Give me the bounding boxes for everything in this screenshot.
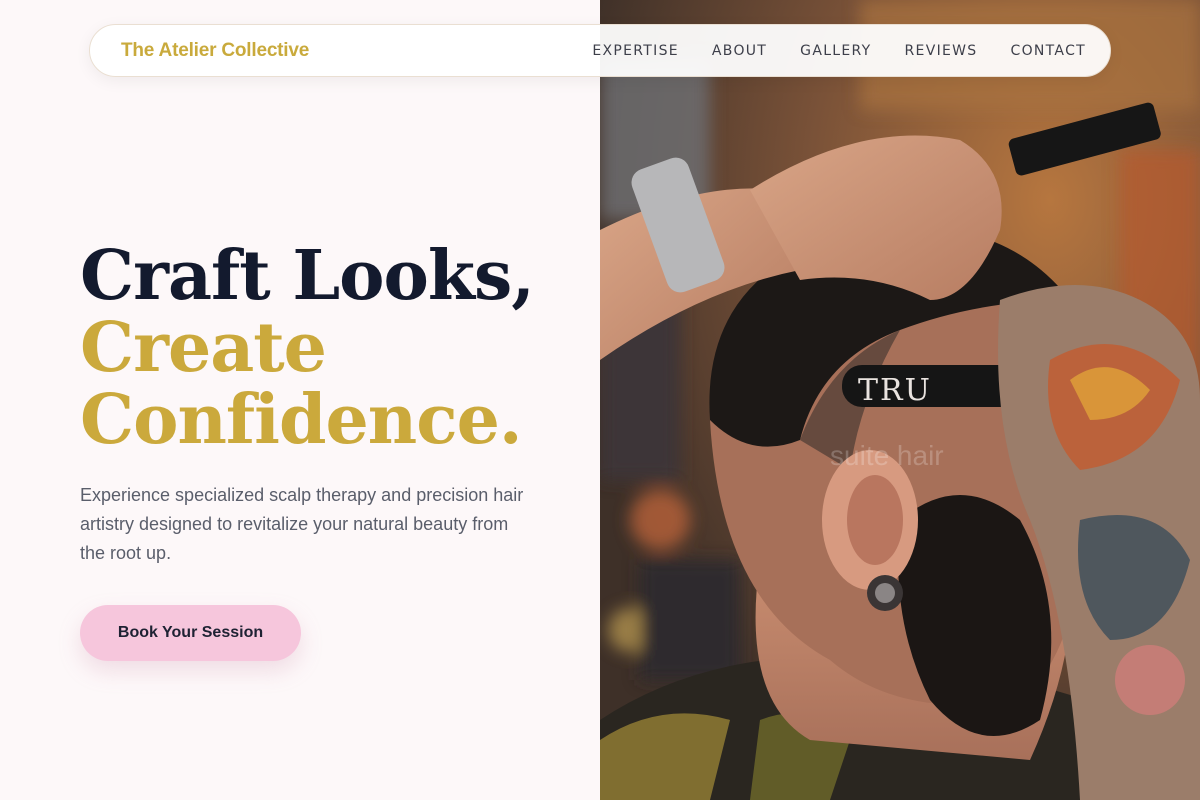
brand-logo-text[interactable]: The Atelier Collective [121,40,309,62]
nav-link-contact[interactable]: CONTACT [1011,43,1087,59]
top-navbar: The Atelier Collective EXPERTISE ABOUT G… [89,24,1111,77]
hero-description: Experience specialized scalp therapy and… [80,485,524,563]
nav-link-about[interactable]: ABOUT [712,43,767,59]
nav-link-gallery[interactable]: GALLERY [800,43,871,59]
hero-heading-line-3: Confidence. [80,380,523,460]
hero-heading-line-1: Craft Looks, [80,236,535,316]
hero-photo: TRU [600,0,1200,800]
razor-brand-text: TRU [858,373,932,408]
nav-links: EXPERTISE ABOUT GALLERY REVIEWS CONTACT [592,43,1086,59]
hero-heading: Craft Looks, Create Confidence. [80,240,580,456]
hero-heading-line-2: Create [80,308,327,388]
nav-link-expertise[interactable]: EXPERTISE [592,43,679,59]
barber-photo-illustration: TRU [600,0,1200,800]
nav-link-reviews[interactable]: REVIEWS [905,43,978,59]
book-session-button[interactable]: Book Your Session [80,605,301,661]
photo-watermark: suite hair [830,440,944,471]
